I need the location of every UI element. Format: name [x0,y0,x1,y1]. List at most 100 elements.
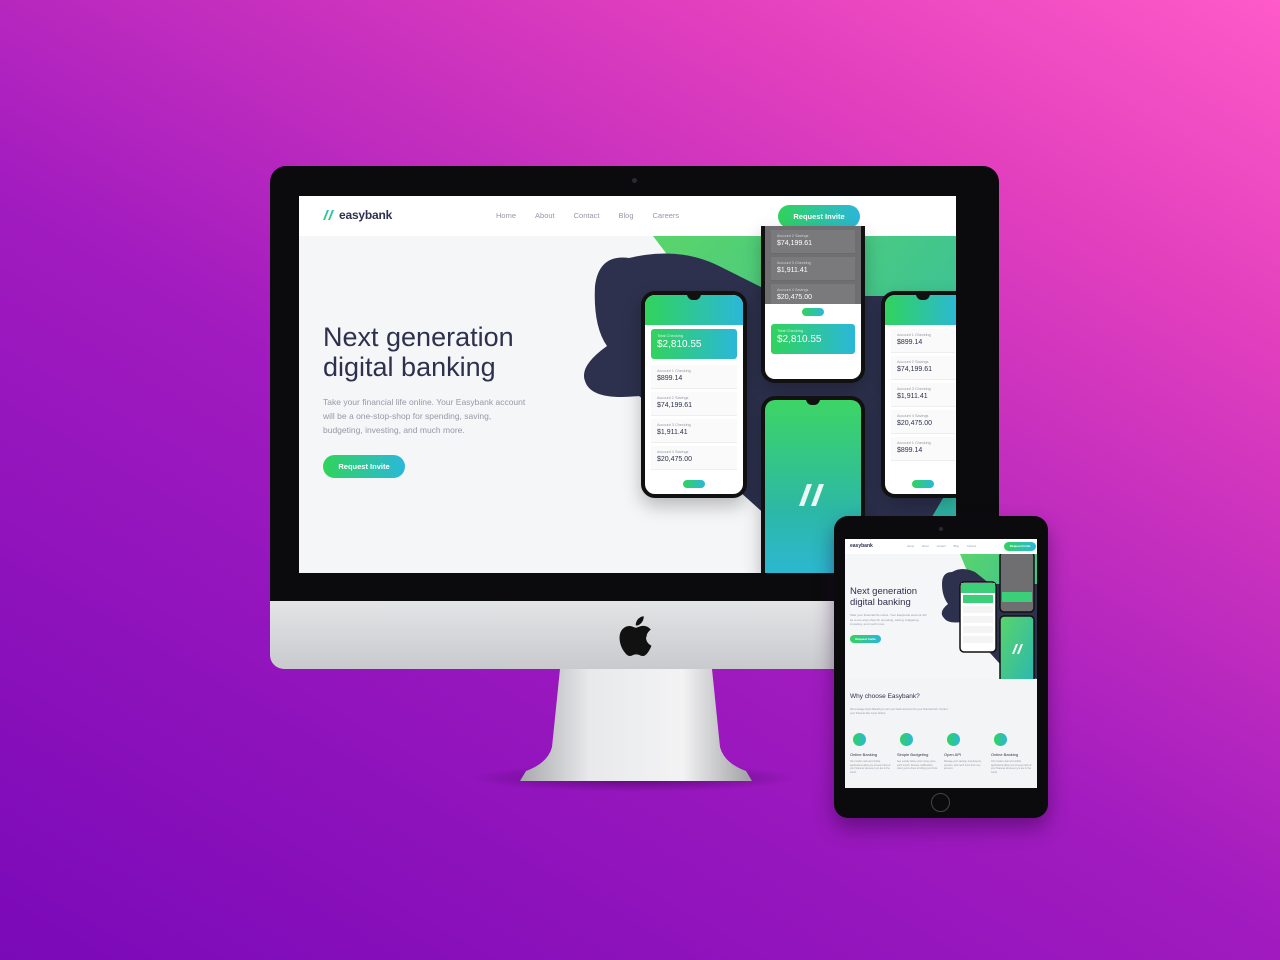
account-row: Account 3 Checking $1,911.41 [891,383,955,407]
nav-request-invite-button[interactable]: Request Invite [778,205,860,228]
balance-card: Total Checking $2,810.55 [771,324,855,354]
imac-stand [520,669,752,781]
feature-open-api: Open API Manage your savings, investment… [944,733,986,771]
feature-title: Simple Budgeting [897,752,929,757]
nav-home[interactable]: Home [907,545,914,548]
tablet-screen: easybank Home About Contact Blog Careers… [845,539,1037,788]
account-label: Account 3 Checking [897,387,931,391]
phone-mockup-left: Total Checking $2,810.55 Account 1 Check… [641,291,747,498]
account-row: Account 2 Savings $74,199.61 [651,392,737,416]
feature-title: Online Banking [850,752,878,757]
account-row: Account 2 Savings $74,199.61 [771,230,855,254]
apple-logo-icon [619,616,652,657]
account-label: Account 1 Checking [897,441,931,445]
nav-blog[interactable]: Blog [618,211,633,220]
phone-fab-button [912,480,934,488]
balance-label: Total Checking [777,328,804,333]
account-label: Account 4 Savings [657,450,689,454]
brand-name[interactable]: easybank [850,543,873,549]
why-title: Why choose Easybank? [850,693,920,700]
hero-request-invite-button[interactable]: Request Invite [323,455,405,478]
budgeting-icon [900,733,913,746]
feature-simple-budgeting: Simple Budgeting See exactly where your … [897,733,939,771]
account-amount: $74,199.61 [657,402,693,409]
nav-careers[interactable]: Careers [967,545,976,548]
account-row: Account 3 Checking $1,911.41 [771,257,855,281]
api-icon [947,733,960,746]
online-banking-icon [853,733,866,746]
online-banking-icon [994,733,1007,746]
phone-header [885,295,956,325]
brand-name: easybank [339,208,393,222]
logo-mark-icon [323,210,334,220]
tablet-navbar: easybank Home About Contact Blog Careers… [845,539,1037,554]
account-row: Account 1 Checking $899.14 [651,365,737,389]
account-amount: $1,911.41 [777,267,808,274]
feature-title: Open API [944,752,962,757]
phone-header [645,295,743,325]
account-label: Account 3 Checking [657,423,691,427]
phone-fab-button [683,480,705,488]
hero-title-line2: digital banking [850,597,911,608]
account-amount: $20,475.00 [897,420,933,427]
account-row: Account 1 Checking $899.14 [891,437,955,461]
why-choose-section: Why choose Easybank? We leverage Open Ba… [845,679,1037,788]
account-amount: $899.14 [657,375,683,382]
ipad-device: easybank Home About Contact Blog Careers… [834,516,1048,818]
brand-logo[interactable]: easybank [323,208,392,222]
account-label: Account 1 Checking [897,333,931,337]
hero-title: Next generation digital banking [850,586,940,608]
nav-contact[interactable]: Contact [937,545,946,548]
account-label: Account 4 Savings [777,288,809,292]
hero-description: Take your financial life online. Your Ea… [323,397,526,435]
nav-home[interactable]: Home [496,211,516,220]
hero-title: Next generation digital banking [323,322,553,382]
account-label: Account 2 Savings [897,360,929,364]
balance-amount: $2,810.55 [777,334,822,345]
nav-request-invite-button[interactable]: Request Invite [1004,542,1036,551]
nav-blog[interactable]: Blog [954,545,959,548]
hero-title-line2: digital banking [323,352,496,382]
feature-online-banking-2: Online Banking Our modern web and mobile… [991,733,1033,774]
account-amount: $74,199.61 [897,366,933,373]
balance-amount: $2,810.55 [657,339,702,350]
account-amount: $899.14 [897,339,923,346]
feature-text: Manage your savings, investments, pensio… [944,760,982,771]
balance-card: Total Checking $2,810.55 [651,329,737,359]
nav-links: Home About Contact Blog Careers [496,211,698,220]
feature-title: Online Banking [991,752,1019,757]
account-row: Account 2 Savings $74,199.61 [891,356,955,380]
account-amount: $20,475.00 [777,294,813,301]
hero-request-invite-button[interactable]: Request Invite [850,635,881,643]
account-amount: $1,911.41 [897,393,928,400]
feature-text: See exactly where your money goes each m… [897,760,938,771]
balance-label: Total Checking [657,333,684,338]
phone-mockup-top-center: Account 2 Savings $74,199.61 Account 3 Ch… [761,226,865,383]
phone-footer: Total Checking $2,810.55 [765,304,861,379]
camera [939,527,943,531]
hero-title-line1: Next generation [850,586,918,597]
account-amount: $1,911.41 [657,429,688,436]
account-amount: $74,199.61 [777,240,813,247]
account-label: Account 2 Savings [777,234,809,238]
feature-text: Our modern web and mobile applications a… [850,760,891,774]
hero-description: Take your financial life online. Your Ea… [850,613,927,627]
camera [632,178,637,183]
account-row: Account 4 Savings $20,475.00 [651,446,737,470]
account-row: Account 3 Checking $1,911.41 [651,419,737,443]
account-label: Account 3 Checking [777,261,811,265]
account-amount: $20,475.00 [657,456,693,463]
nav-links: Home About Contact Blog Careers [907,545,984,548]
why-description: We leverage Open Banking to turn your ba… [850,708,948,715]
home-button[interactable] [931,793,950,812]
account-label: Account 4 Savings [897,414,929,418]
logo-mark-icon [799,484,824,506]
feature-text: Our modern web and mobile applications a… [991,760,1032,774]
account-label: Account 2 Savings [657,396,689,400]
account-row: Account 4 Savings $20,475.00 [891,410,955,434]
hero-background-art [941,554,1037,699]
nav-careers[interactable]: Careers [653,211,680,220]
nav-about[interactable]: About [922,545,929,548]
nav-contact[interactable]: Contact [574,211,600,220]
nav-about[interactable]: About [535,211,555,220]
